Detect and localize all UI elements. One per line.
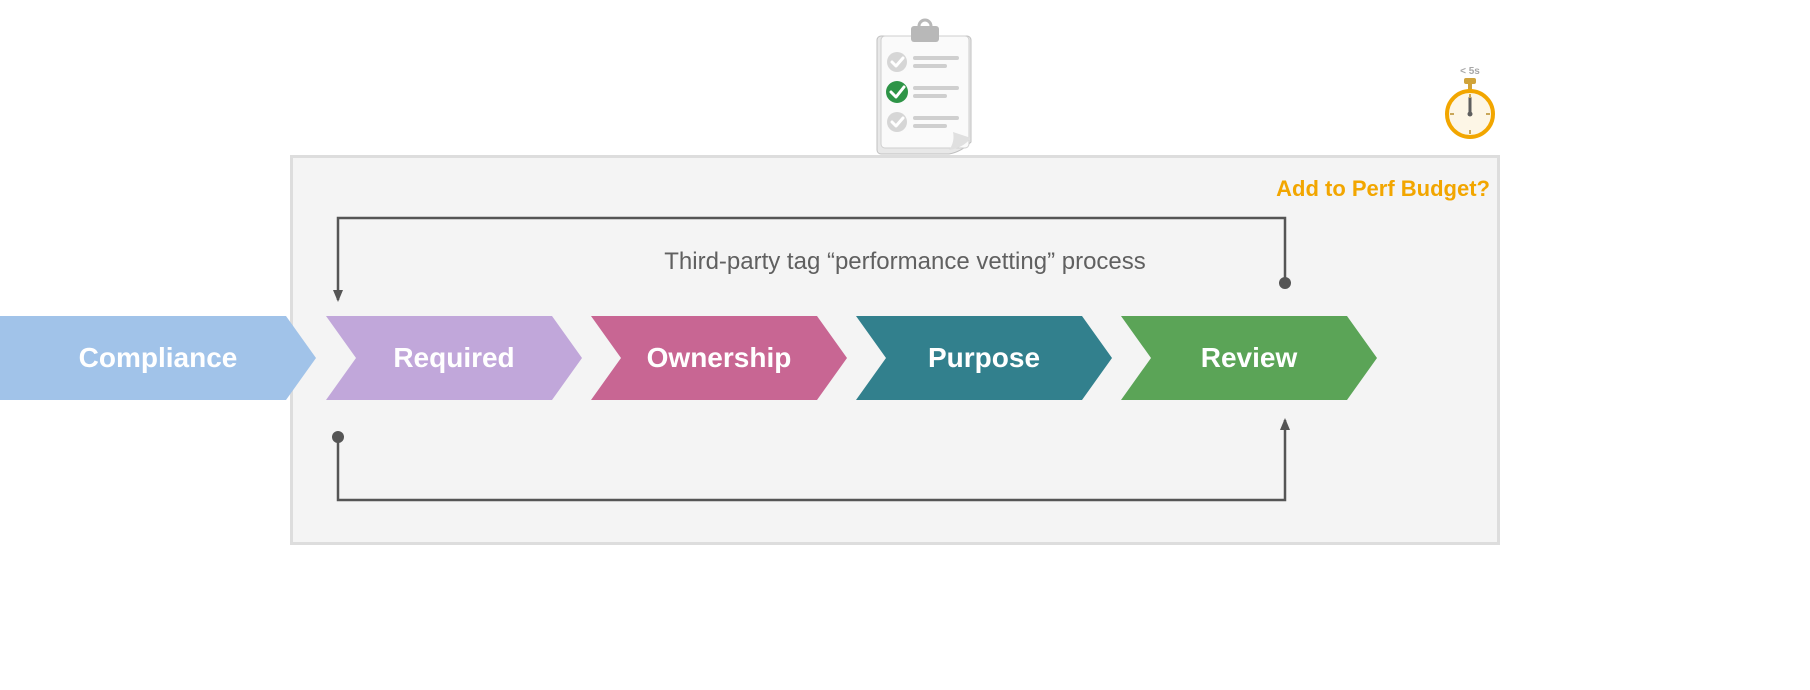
diagram-canvas: Third-party tag “performance vetting” pr… — [0, 0, 1810, 690]
chevron-icon — [0, 316, 316, 400]
chevron-icon — [591, 316, 847, 400]
step-compliance: Compliance — [0, 316, 316, 400]
chevron-icon — [1121, 316, 1377, 400]
stopwatch-icon: < 5s — [1440, 64, 1500, 140]
step-ownership: Ownership — [591, 316, 847, 400]
stopwatch-caption: < 5s — [1460, 66, 1480, 77]
chevron-icon — [856, 316, 1112, 400]
step-review: Review — [1121, 316, 1377, 400]
checklist-clipboard-icon — [873, 18, 978, 158]
step-purpose: Purpose — [856, 316, 1112, 400]
chevron-icon — [326, 316, 582, 400]
step-required: Required — [326, 316, 582, 400]
process-steps: Compliance Required Ownership Purpose — [0, 316, 1380, 400]
